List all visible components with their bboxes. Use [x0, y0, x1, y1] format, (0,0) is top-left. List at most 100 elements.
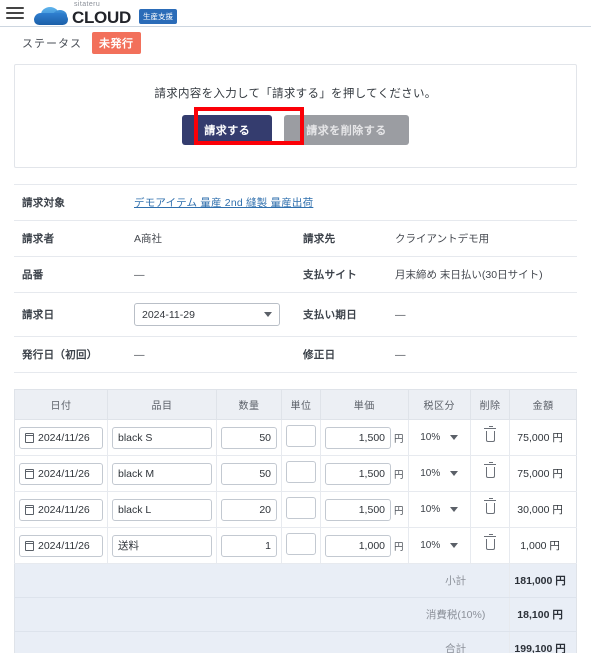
row-delete-icon[interactable] — [484, 425, 497, 442]
row-date-input[interactable]: 2024/11/26 — [19, 534, 103, 557]
row-date-input[interactable]: 2024/11/26 — [19, 498, 103, 521]
total-value: 199,100 円 — [509, 631, 577, 653]
row-unit-input[interactable] — [286, 461, 316, 483]
row-quantity-input[interactable]: 20 — [221, 498, 277, 521]
chevron-down-icon — [450, 435, 459, 440]
header-delete: 削除 — [470, 389, 511, 420]
row-date-input[interactable]: 2024/11/26 — [19, 426, 103, 449]
calendar-icon — [24, 540, 34, 551]
row-delete-icon[interactable] — [484, 497, 497, 514]
status-row: ステータス 未発行 — [14, 27, 577, 58]
value-billed-to: クライアントデモ用 — [395, 233, 490, 245]
row-date-value: 2024/11/26 — [38, 503, 90, 516]
row-delete-icon[interactable] — [484, 533, 497, 550]
row-date-input[interactable]: 2024/11/26 — [19, 462, 103, 485]
notice-card: 請求内容を入力して「請求する」を押してください。 請求する 請求を削除する — [14, 64, 577, 168]
brand-logo[interactable]: sitateru CLOUD 生産支援 — [34, 1, 177, 26]
row-price-input[interactable]: 1,500 — [325, 498, 391, 521]
row-unit-input[interactable] — [286, 497, 316, 519]
tax-row: 消費税(10%) 18,100 円 — [14, 597, 577, 632]
total-row: 合計 199,100 円 — [14, 631, 577, 653]
calendar-icon — [24, 432, 34, 443]
chevron-down-icon — [450, 471, 459, 476]
brand-title: CLOUD — [72, 7, 131, 27]
row-date-value: 2024/11/26 — [38, 431, 90, 444]
line-items-table: 日付 品目 数量 単位 単価 税区分 削除 金額 2024/11/26 blac… — [14, 389, 577, 653]
row-unit-input[interactable] — [286, 425, 316, 447]
info-row-target: 請求対象 デモアイテム 量産 2nd 縫製 量産出荷 — [14, 184, 577, 221]
row-quantity-input[interactable]: 1 — [221, 534, 277, 557]
header-item: 品目 — [107, 389, 217, 420]
label-part-number: 品番 — [22, 269, 44, 281]
submit-invoice-button[interactable]: 請求する — [182, 115, 273, 145]
row-quantity-input[interactable]: 50 — [221, 426, 277, 449]
row-item-input[interactable]: black S — [112, 426, 212, 449]
label-payment-site: 支払サイト — [303, 269, 357, 281]
row-date-value: 2024/11/26 — [38, 539, 90, 552]
chevron-down-icon — [450, 507, 459, 512]
info-row-biller: 請求者 A商社 請求先 クライアントデモ用 — [14, 221, 577, 257]
tax-value: 18,100 円 — [509, 597, 577, 632]
invoice-info-table: 請求対象 デモアイテム 量産 2nd 縫製 量産出荷 請求者 A商社 請求先 ク… — [14, 184, 577, 373]
row-tax-select[interactable]: 10% — [413, 540, 466, 551]
status-label: ステータス — [22, 37, 82, 50]
subtotal-value: 181,000 円 — [509, 563, 577, 598]
brand-badge: 生産支援 — [138, 8, 177, 24]
row-delete-icon[interactable] — [484, 461, 497, 478]
page-body: ステータス 未発行 請求内容を入力して「請求する」を押してください。 請求する … — [0, 27, 591, 653]
label-billed-to: 請求先 — [303, 233, 336, 245]
row-unit-input[interactable] — [286, 533, 316, 555]
chevron-down-icon — [450, 543, 459, 548]
value-biller: A商社 — [134, 233, 163, 245]
row-tax-value: 10% — [420, 432, 441, 443]
row-price-input[interactable]: 1,500 — [325, 462, 391, 485]
row-price-yen: 円 — [394, 433, 404, 445]
chevron-down-icon — [264, 312, 272, 317]
header-tax-type: 税区分 — [408, 389, 471, 420]
table-row: 2024/11/26 black M 50 1,500 円 10% 75,000 … — [14, 455, 577, 492]
label-issue-date: 発行日（初回） — [22, 349, 98, 361]
row-item-input[interactable]: black M — [112, 462, 212, 485]
header-unit-price: 単価 — [320, 389, 409, 420]
table-row: 2024/11/26 送料 1 1,000 円 10% 1,000 円 — [14, 527, 577, 564]
label-billing-target: 請求対象 — [22, 197, 66, 209]
row-item-input[interactable]: 送料 — [112, 534, 212, 557]
info-row-invoice-date: 請求日 2024-11-29 支払い期日 — — [14, 293, 577, 337]
invoice-date-select[interactable]: 2024-11-29 — [134, 303, 280, 326]
row-price-input[interactable]: 1,000 — [325, 534, 391, 557]
subtotal-label: 小計 — [408, 563, 511, 598]
invoice-page: sitateru CLOUD 生産支援 ステータス 未発行 請求内容を入力して「… — [0, 0, 591, 653]
header-amount: 金額 — [509, 389, 577, 420]
calendar-icon — [24, 468, 34, 479]
row-item-input[interactable]: black L — [112, 498, 212, 521]
row-price-input[interactable]: 1,500 — [325, 426, 391, 449]
row-amount: 75,000 円 — [509, 419, 577, 456]
calendar-icon — [24, 504, 34, 515]
row-price-yen: 円 — [394, 505, 404, 517]
row-amount: 30,000 円 — [509, 491, 577, 528]
notice-message: 請求内容を入力して「請求する」を押してください。 — [154, 88, 437, 100]
delete-invoice-button[interactable]: 請求を削除する — [284, 115, 409, 145]
row-tax-select[interactable]: 10% — [413, 504, 466, 515]
value-part-number: — — [134, 268, 145, 281]
row-date-value: 2024/11/26 — [38, 467, 90, 480]
row-amount: 1,000 円 — [509, 527, 577, 564]
row-tax-value: 10% — [420, 504, 441, 515]
hamburger-icon[interactable] — [6, 7, 24, 19]
header-quantity: 数量 — [216, 389, 282, 420]
row-tax-select[interactable]: 10% — [413, 468, 466, 479]
table-row: 2024/11/26 black L 20 1,500 円 10% 30,000 … — [14, 491, 577, 528]
header-unit: 単位 — [281, 389, 321, 420]
label-invoice-date: 請求日 — [22, 309, 55, 321]
invoice-date-value: 2024-11-29 — [142, 308, 195, 321]
row-quantity-input[interactable]: 50 — [221, 462, 277, 485]
value-issue-date: — — [134, 348, 145, 361]
row-tax-select[interactable]: 10% — [413, 432, 466, 443]
row-amount: 75,000 円 — [509, 455, 577, 492]
label-payment-due: 支払い期日 — [303, 309, 357, 321]
row-tax-value: 10% — [420, 468, 441, 479]
label-biller: 請求者 — [22, 233, 55, 245]
tax-label: 消費税(10%) — [408, 597, 511, 632]
billing-target-link[interactable]: デモアイテム 量産 2nd 縫製 量産出荷 — [134, 197, 313, 209]
subtotal-row: 小計 181,000 円 — [14, 563, 577, 598]
